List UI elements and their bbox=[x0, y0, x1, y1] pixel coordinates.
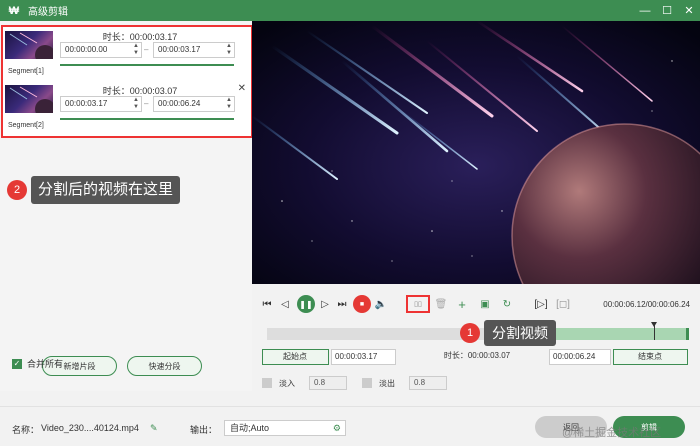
segment-start-time[interactable]: 00:00:03.17 ▲ ▼ bbox=[60, 96, 142, 112]
fade-out-value[interactable]: 0.8 bbox=[409, 376, 447, 390]
callout-split: 1 分割视频 bbox=[460, 320, 556, 346]
title-bar: ₩ 高级剪辑 — ☐ ✕ bbox=[0, 0, 700, 21]
mark-in-icon[interactable]: [▷] bbox=[534, 297, 548, 311]
reset-icon[interactable]: ↻ bbox=[500, 297, 514, 311]
merge-all-label: 合并所有 bbox=[27, 359, 64, 369]
window-title: 高级剪辑 bbox=[28, 7, 68, 18]
end-time-field[interactable]: 00:00:06.24 bbox=[549, 349, 611, 365]
copy-icon[interactable]: ▣ bbox=[478, 297, 492, 311]
set-start-button[interactable]: 起始点 bbox=[262, 349, 329, 365]
volume-icon[interactable]: 🔈 bbox=[374, 297, 388, 311]
add-icon[interactable]: + bbox=[455, 297, 469, 312]
gear-icon[interactable]: ⚙ bbox=[333, 421, 341, 435]
split-icon: ▯▯ bbox=[414, 301, 422, 308]
callout-text: 分割视频 bbox=[484, 320, 556, 346]
range-dash: – bbox=[144, 45, 149, 54]
segment-thumbnail bbox=[5, 85, 53, 113]
segment-progress bbox=[60, 64, 234, 66]
callout-segments: 2 分割后的视频在这里 bbox=[7, 176, 181, 204]
pause-button[interactable]: ❚❚ bbox=[297, 295, 315, 313]
stop-button[interactable]: ■ bbox=[353, 295, 371, 313]
fade-out-checkbox[interactable] bbox=[362, 378, 372, 388]
set-end-button[interactable]: 结束点 bbox=[613, 349, 688, 365]
callout-text: 分割后的视频在这里 bbox=[31, 176, 181, 204]
spinner-icon[interactable]: ▲ ▼ bbox=[133, 97, 139, 111]
callout-badge: 1 bbox=[460, 323, 480, 343]
output-select[interactable]: 自动;Auto ⚙ bbox=[224, 420, 346, 436]
fade-in-label: 淡入 bbox=[279, 378, 295, 388]
segment-progress bbox=[60, 118, 234, 120]
name-label: 名称： bbox=[12, 425, 40, 435]
range-dash: – bbox=[144, 99, 149, 108]
split-button[interactable]: ▯▯ bbox=[406, 295, 430, 313]
segment-end-time[interactable]: 00:00:03.17 ▲ ▼ bbox=[153, 42, 235, 58]
range-duration: 时长：00:00:03.07 bbox=[443, 351, 511, 360]
step-forward-icon[interactable]: ▷ bbox=[318, 297, 332, 311]
watermark: @稀土掘金技术社区 bbox=[562, 427, 662, 439]
callout-badge: 2 bbox=[7, 180, 27, 200]
output-label: 输出： bbox=[190, 425, 218, 435]
fade-out-control[interactable]: 淡出 0.8 bbox=[362, 376, 447, 390]
maximize-button[interactable]: ☐ bbox=[656, 0, 678, 21]
delete-icon[interactable]: 🗑 bbox=[434, 297, 448, 311]
edit-name-icon[interactable]: ✎ bbox=[150, 423, 158, 434]
checkbox-checked-icon[interactable]: ✓ bbox=[12, 358, 22, 369]
start-time-field[interactable]: 00:00:03.17 bbox=[331, 349, 396, 365]
fade-in-checkbox[interactable] bbox=[262, 378, 272, 388]
segment-start-time[interactable]: 00:00:00.00 ▲ ▼ bbox=[60, 42, 142, 58]
fade-out-label: 淡出 bbox=[379, 378, 395, 388]
video-preview[interactable] bbox=[252, 21, 700, 284]
bottom-bar: 名称： Video_230....40124.mp4 ✎ 输出： 自动;Auto… bbox=[0, 406, 700, 446]
segment-end-time[interactable]: 00:00:06.24 ▲ ▼ bbox=[153, 96, 235, 112]
merge-all-checkbox[interactable]: ✓ 合并所有 bbox=[12, 357, 63, 370]
segment-item[interactable]: Segment[1] 时长：00:00:03.17 00:00:00.00 ▲ ▼… bbox=[5, 29, 250, 81]
left-panel: Segment[1] 时长：00:00:03.17 00:00:00.00 ▲ ▼… bbox=[0, 21, 253, 391]
segment-label: Segment[2] bbox=[8, 122, 44, 129]
close-button[interactable]: ✕ bbox=[678, 0, 700, 21]
close-icon[interactable]: ✕ bbox=[238, 83, 246, 94]
spinner-icon[interactable]: ▲ ▼ bbox=[133, 43, 139, 57]
spinner-icon[interactable]: ▲ ▼ bbox=[226, 43, 232, 57]
file-name: Video_230....40124.mp4 bbox=[41, 423, 139, 433]
spinner-icon[interactable]: ▲ ▼ bbox=[226, 97, 232, 111]
segment-thumbnail bbox=[5, 31, 53, 59]
playhead-marker[interactable] bbox=[651, 322, 657, 340]
segment-item[interactable]: Segment[2] 时长：00:00:03.07 ✕ 00:00:03.17 … bbox=[5, 83, 250, 135]
mark-out-icon[interactable]: [◻] bbox=[556, 297, 570, 311]
skip-start-icon[interactable]: ⏮ bbox=[260, 297, 274, 311]
skip-end-icon[interactable]: ⏭ bbox=[335, 297, 349, 311]
segment-label: Segment[1] bbox=[8, 68, 44, 75]
segment-list: Segment[1] 时长：00:00:03.17 00:00:00.00 ▲ ▼… bbox=[1, 25, 253, 138]
app-logo-icon: ₩ bbox=[8, 4, 20, 17]
quick-split-button[interactable]: 快速分段 bbox=[127, 356, 202, 376]
fade-in-value[interactable]: 0.8 bbox=[309, 376, 347, 390]
range-bar: 起始点 00:00:03.17 时长：00:00:03.07 00:00:06.… bbox=[262, 349, 688, 365]
player-controls: ⏮ ◁ ❚❚ ▷ ⏭ ■ 🔈 ▯▯ 🗑 + ▣ ↻ [▷] [◻] 00:00:… bbox=[252, 286, 700, 391]
minimize-button[interactable]: — bbox=[634, 0, 656, 21]
step-back-icon[interactable]: ◁ bbox=[278, 297, 292, 311]
fade-in-control[interactable]: 淡入 0.8 bbox=[262, 376, 347, 390]
playback-timecode: 00:00:06.12/00:00:06.24 bbox=[603, 300, 690, 309]
